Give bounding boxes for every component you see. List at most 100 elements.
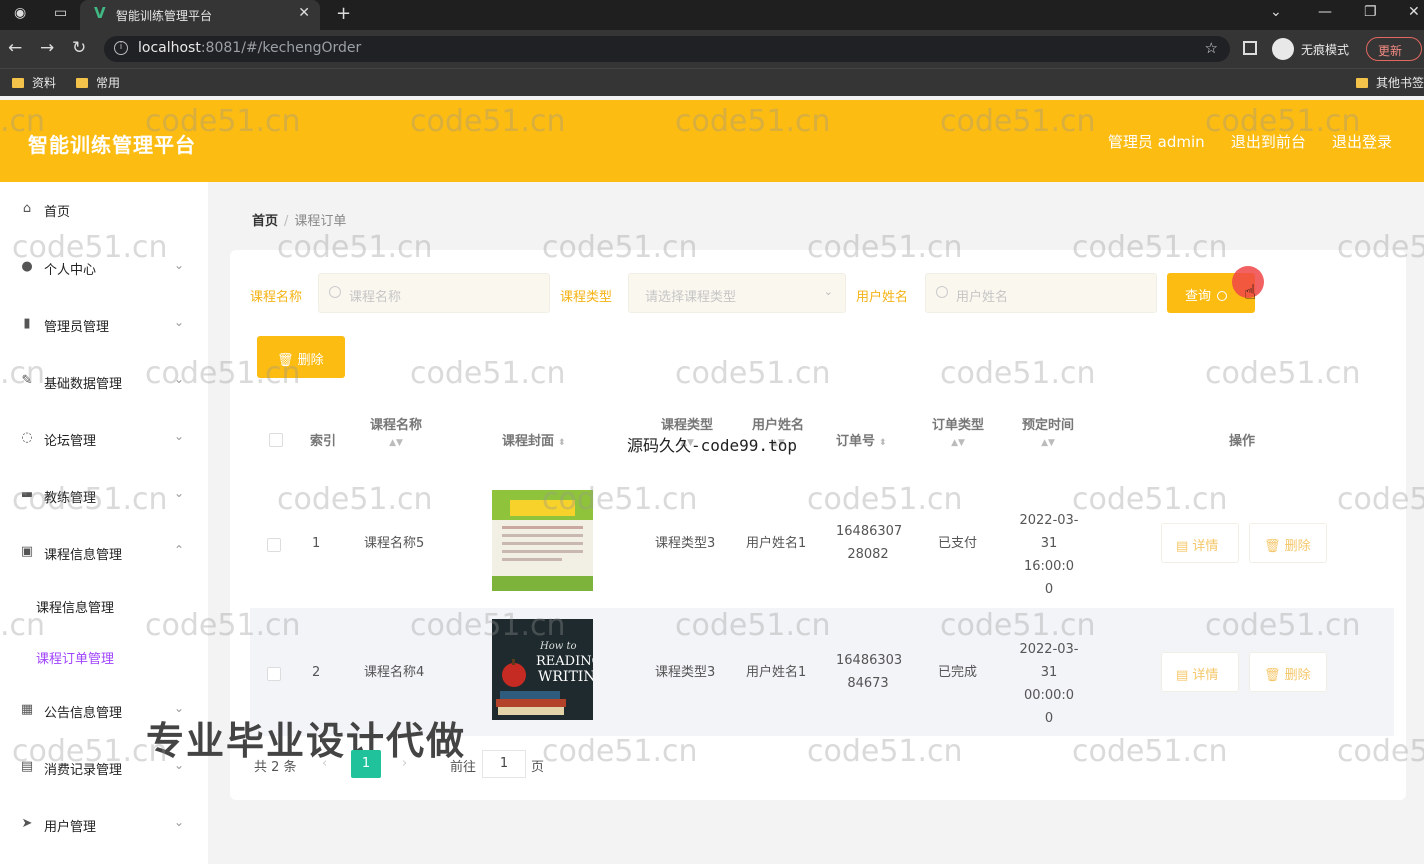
trash-icon: 🗑: [1264, 668, 1285, 683]
sort-icon: ⬍: [558, 438, 566, 448]
row-checkbox[interactable]: [267, 667, 281, 681]
chat-icon: ▬: [20, 487, 34, 502]
side-panel-icon[interactable]: [1243, 41, 1257, 55]
detail-button[interactable]: ▤ 详情: [1161, 652, 1239, 692]
url-text[interactable]: localhost:8081/#/kechengOrder: [138, 40, 361, 56]
restore-icon[interactable]: ❐: [1364, 4, 1377, 20]
course-cover-image[interactable]: How to READING & WRITING: [492, 619, 593, 720]
site-title: 智能训练管理平台: [28, 133, 196, 157]
sidebar-item-profile[interactable]: ● 个人中心 ⌄: [0, 250, 208, 286]
folder-icon: [1356, 78, 1368, 88]
select-all-checkbox[interactable]: [269, 433, 283, 447]
next-page-icon[interactable]: ›: [402, 756, 407, 771]
user-name-input[interactable]: 用户姓名: [925, 273, 1157, 313]
cell-course-type: 课程类型3: [655, 536, 716, 551]
header-order-no[interactable]: 订单号 ⬍: [836, 430, 887, 449]
omnibox[interactable]: i localhost:8081/#/kechengOrder ☆: [104, 36, 1230, 62]
sort-icon: ⬍: [879, 438, 887, 448]
sidebar-item-users[interactable]: ➤ 用户管理 ⌄: [0, 807, 208, 843]
logout-link[interactable]: 退出登录: [1332, 133, 1392, 151]
cell-order-no: 16486303 84673: [836, 653, 903, 691]
detail-button[interactable]: ▤ 详情: [1161, 523, 1239, 563]
back-icon[interactable]: ←: [8, 38, 22, 58]
goto-prefix: 前往: [450, 760, 477, 775]
header-book-time[interactable]: 预定时间 ▲▼: [1020, 414, 1076, 448]
sidebar-item-course-info[interactable]: ▣ 课程信息管理 ⌃: [0, 535, 208, 571]
bookmark-star-icon[interactable]: ☆: [1205, 39, 1218, 57]
cell-course-name: 课程名称5: [364, 536, 425, 551]
reload-icon[interactable]: ↻: [72, 38, 86, 58]
goto-page-input[interactable]: 1: [482, 750, 526, 778]
breadcrumb-separator: /: [284, 214, 289, 229]
search-icon: [329, 286, 341, 298]
chevron-down-icon: ⌄: [173, 429, 184, 443]
edit-icon: ✎: [21, 373, 33, 388]
cell-index: 1: [312, 536, 321, 551]
row-checkbox[interactable]: [267, 538, 281, 552]
bookmark-folder-2[interactable]: 常用: [76, 74, 120, 91]
back-to-front-link[interactable]: 退出到前台: [1231, 133, 1306, 151]
minimize-icon[interactable]: —: [1318, 4, 1332, 20]
sidebar-item-label: 教练管理: [44, 491, 97, 506]
sidebar-item-label: 管理员管理: [44, 320, 110, 335]
grid-icon: ▦: [20, 702, 34, 717]
record-icon: ▤: [20, 759, 34, 774]
cell-course-name: 课程名称4: [364, 665, 425, 680]
prev-page-icon[interactable]: ‹: [322, 756, 327, 771]
course-icon: ▣: [20, 544, 34, 559]
cell-book-time: 2022-03- 31 00:00:0 0: [1019, 642, 1079, 726]
sidebar-item-label: 公告信息管理: [44, 706, 123, 721]
site-info-icon[interactable]: i: [114, 41, 128, 55]
sidebar-item-admins[interactable]: ▮ 管理员管理 ⌄: [0, 307, 208, 343]
folder-icon: [12, 78, 24, 88]
tab-list-chevron-icon[interactable]: ⌄: [1270, 4, 1282, 20]
browser-tab[interactable]: V 智能训练管理平台 ✕: [80, 0, 320, 30]
vue-favicon-icon: V: [94, 4, 106, 22]
header-index: 索引: [310, 434, 337, 449]
send-icon: ➤: [21, 816, 33, 831]
page-number-active[interactable]: 1: [351, 750, 381, 778]
chevron-down-icon: ⌄: [173, 315, 184, 329]
admin-user-label: 管理员 admin: [1107, 133, 1205, 151]
sidebar-item-home[interactable]: ⌂ 首页: [0, 192, 208, 228]
forward-icon[interactable]: →: [40, 38, 54, 58]
sidebar-item-label: 论坛管理: [44, 434, 97, 449]
svg-text:READING &: READING &: [536, 654, 593, 669]
header-order-type[interactable]: 订单类型 ▲▼: [930, 414, 986, 448]
bookmark-folder-1[interactable]: 资料: [12, 74, 56, 91]
chevron-down-icon: ⌄: [823, 285, 833, 298]
sidebar-item-basic-data[interactable]: ✎ 基础数据管理 ⌄: [0, 364, 208, 400]
course-cover-image[interactable]: [492, 490, 593, 591]
tab-search-icon[interactable]: ▭: [54, 5, 67, 21]
row-delete-button[interactable]: 🗑 删除: [1249, 652, 1327, 692]
header-course-cover[interactable]: 课程封面 ⬍: [502, 430, 566, 449]
header-actions: 操作: [1229, 434, 1256, 449]
batch-delete-button[interactable]: 🗑 删除: [257, 336, 345, 378]
sidebar-item-label: 基础数据管理: [44, 377, 123, 392]
sidebar-item-coaches[interactable]: ▬ 教练管理 ⌄: [0, 478, 208, 514]
browser-menu-icon[interactable]: ◉: [14, 5, 26, 21]
incognito-icon[interactable]: [1272, 38, 1294, 60]
course-type-placeholder: 请选择课程类型: [645, 290, 737, 305]
course-name-input[interactable]: 课程名称: [318, 273, 550, 313]
tab-title: 智能训练管理平台: [116, 9, 213, 23]
trash-icon: 🗑: [1264, 539, 1285, 554]
cell-order-status: 已支付: [938, 536, 978, 551]
tab-close-icon[interactable]: ✕: [298, 5, 310, 21]
new-tab-icon[interactable]: +: [336, 3, 351, 24]
sub-item-course-info[interactable]: 课程信息管理: [36, 597, 114, 616]
sub-item-course-orders[interactable]: 课程订单管理: [36, 648, 114, 667]
window-close-icon[interactable]: ✕: [1408, 4, 1420, 20]
breadcrumb-current: 课程订单: [294, 214, 347, 229]
incognito-label[interactable]: 无痕模式: [1301, 41, 1349, 58]
header-course-name[interactable]: 课程名称 ▲▼: [368, 414, 424, 448]
chevron-down-icon: ⌄: [173, 815, 184, 829]
course-type-select[interactable]: 请选择课程类型 ⌄: [628, 273, 846, 313]
update-button[interactable]: 更新: [1366, 37, 1422, 61]
sort-icon: ▲▼: [1041, 438, 1055, 448]
row-delete-button[interactable]: 🗑 删除: [1249, 523, 1327, 563]
sidebar-item-forum[interactable]: ◌ 论坛管理 ⌄: [0, 421, 208, 457]
other-bookmarks[interactable]: 其他书签: [1356, 74, 1424, 91]
sidebar-item-label: 消费记录管理: [44, 763, 123, 778]
breadcrumb-home[interactable]: 首页: [252, 214, 278, 229]
